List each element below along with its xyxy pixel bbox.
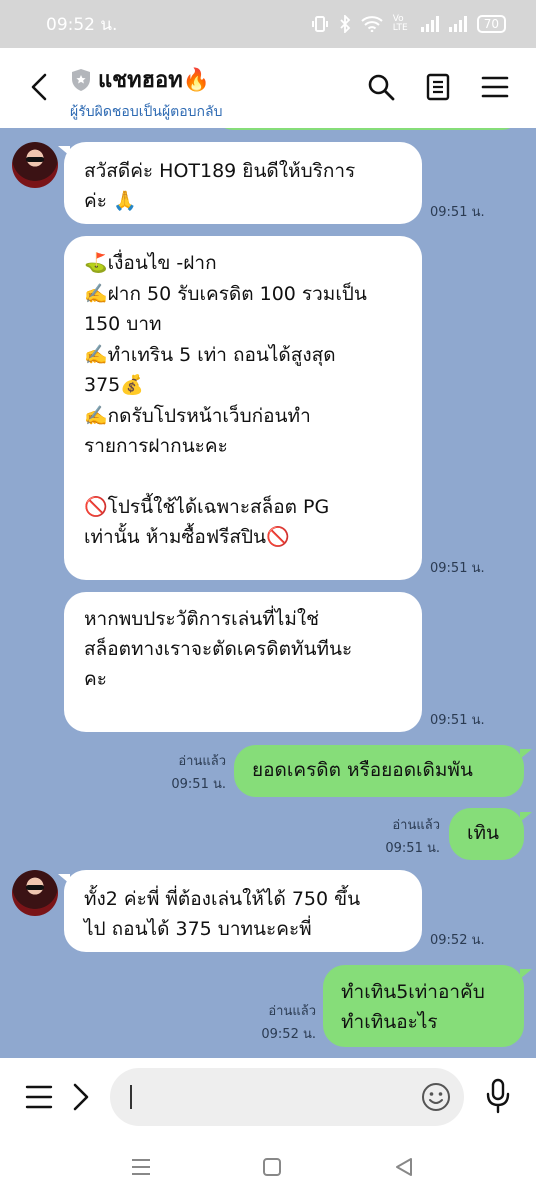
message-text: รายการฝากนะคะ [84,435,228,457]
message-text: 🚫โปรนี้ใช้ได้เฉพาะสล็อต PG [84,495,330,518]
verified-shield-icon [72,68,90,91]
read-receipt: อ่านแล้ว [392,818,440,833]
message-text: เท่านั้น ห้ามซื้อฟรีสปิน🚫 [84,526,290,548]
message-text: ⛳เงื่อนไข -ฝาก [84,252,217,274]
received-message[interactable]: สวัสดีค่ะ HOT189 ยินดีให้บริการ ค่ะ 🙏 [64,142,422,224]
emoji-icon[interactable] [420,1081,452,1113]
bluetooth-icon [340,15,350,33]
bubble-tail [520,969,532,979]
home-icon[interactable] [262,1157,282,1177]
message-text: ✍️ฝาก 50 รับเครดิต 100 รวมเป็น [84,282,367,305]
avatar[interactable] [12,870,58,916]
status-bar: 09:52 น. Vo LTE 70 [0,0,536,48]
received-message[interactable]: หากพบประวัติการเล่นที่ไม่ใช่ สล็อตทางเรา… [64,592,422,732]
message-text: เทิน [467,822,500,844]
previous-message-edge [215,128,520,130]
message-text: ค่ะ 🙏 [84,190,137,212]
notes-icon[interactable] [423,72,453,102]
chat-title-area[interactable]: แชทฮอท🔥 ผู้รับผิดชอบเป็นผู้ตอบกลับ [70,62,222,123]
signal-icon [420,16,439,32]
message-text: ไป ถอนได้ 375 บาทนะคะพี่ [84,918,312,940]
bubble-tail [520,812,532,822]
vibrate-icon [311,16,328,32]
hamburger-menu-icon[interactable] [24,1082,54,1112]
menu-icon[interactable] [480,72,510,102]
chat-subtitle[interactable]: ผู้รับผิดชอบเป็นผู้ตอบกลับ [70,101,222,123]
avatar[interactable] [12,142,58,188]
sent-message[interactable]: เทิน [449,808,524,860]
text-caret [130,1085,132,1109]
message-time: 09:52 น. [430,933,485,948]
message-text: 150 บาท [84,313,162,335]
message-text: หากพบประวัติการเล่นที่ไม่ใช่ [84,608,320,630]
message-text: สวัสดีค่ะ HOT189 ยินดีให้บริการ [84,160,356,182]
message-text: ✍️ทำเทริน 5 เท่า ถอนได้สูงสุด [84,343,336,366]
status-time: 09:52 น. [46,14,118,35]
message-text: ทั้ง2 ค่ะพี่ พี่ต้องเล่นให้ได้ 750 ขึ้น [84,888,361,910]
chat-area[interactable]: สวัสดีค่ะ HOT189 ยินดีให้บริการ ค่ะ 🙏 09… [0,128,536,1058]
received-message[interactable]: ทั้ง2 ค่ะพี่ พี่ต้องเล่นให้ได้ 750 ขึ้น … [64,870,422,952]
chat-title: แชทฮอท🔥 [98,68,211,93]
signal-icon-2 [448,16,467,32]
wifi-icon [361,16,383,32]
message-text: 375💰 [84,374,144,396]
message-text: ✍️กดรับโปรหน้าเว็บก่อนทำ [84,404,311,427]
message-text-blank [84,462,402,492]
sent-message[interactable]: ทำเทิน5เท่าอาคับ ทำเทินอะไร [323,965,524,1047]
recent-apps-icon[interactable] [130,1157,152,1177]
search-icon[interactable] [366,72,396,102]
sent-message[interactable]: ยอดเครดิต หรือยอดเดิมพัน [234,745,524,797]
back-arrow-icon[interactable] [26,72,56,102]
message-text: สล็อตทางเราจะตัดเครดิตทันทีนะ [84,638,353,660]
message-time: 09:52 น. [261,1027,316,1042]
message-time: 09:51 น. [430,561,485,576]
received-message[interactable]: ⛳เงื่อนไข -ฝาก ✍️ฝาก 50 รับเครดิต 100 รว… [64,236,422,580]
message-input[interactable] [110,1068,464,1126]
message-text: ทำเทิน5เท่าอาคับ [341,981,485,1003]
input-bar [0,1058,536,1138]
microphone-icon[interactable] [484,1078,512,1114]
message-text: คะ [84,668,107,690]
message-time: 09:51 น. [430,205,485,220]
chat-header: แชทฮอท🔥 ผู้รับผิดชอบเป็นผู้ตอบกลับ [0,48,536,128]
volte-label: Vo LTE [392,14,408,33]
message-time: 09:51 น. [430,713,485,728]
system-nav-bar [0,1138,536,1200]
message-text: ทำเทินอะไร [341,1011,438,1033]
message-time: 09:51 น. [385,841,440,856]
read-receipt: อ่านแล้ว [268,1004,316,1019]
back-nav-icon[interactable] [393,1156,415,1178]
status-icons: Vo LTE 70 [311,15,506,33]
message-text: ยอดเครดิต หรือยอดเดิมพัน [252,759,473,781]
bubble-tail [520,749,532,759]
message-time: 09:51 น. [171,777,226,792]
chevron-right-icon[interactable] [70,1082,92,1112]
read-receipt: อ่านแล้ว [178,754,226,769]
battery-icon: 70 [476,15,506,33]
